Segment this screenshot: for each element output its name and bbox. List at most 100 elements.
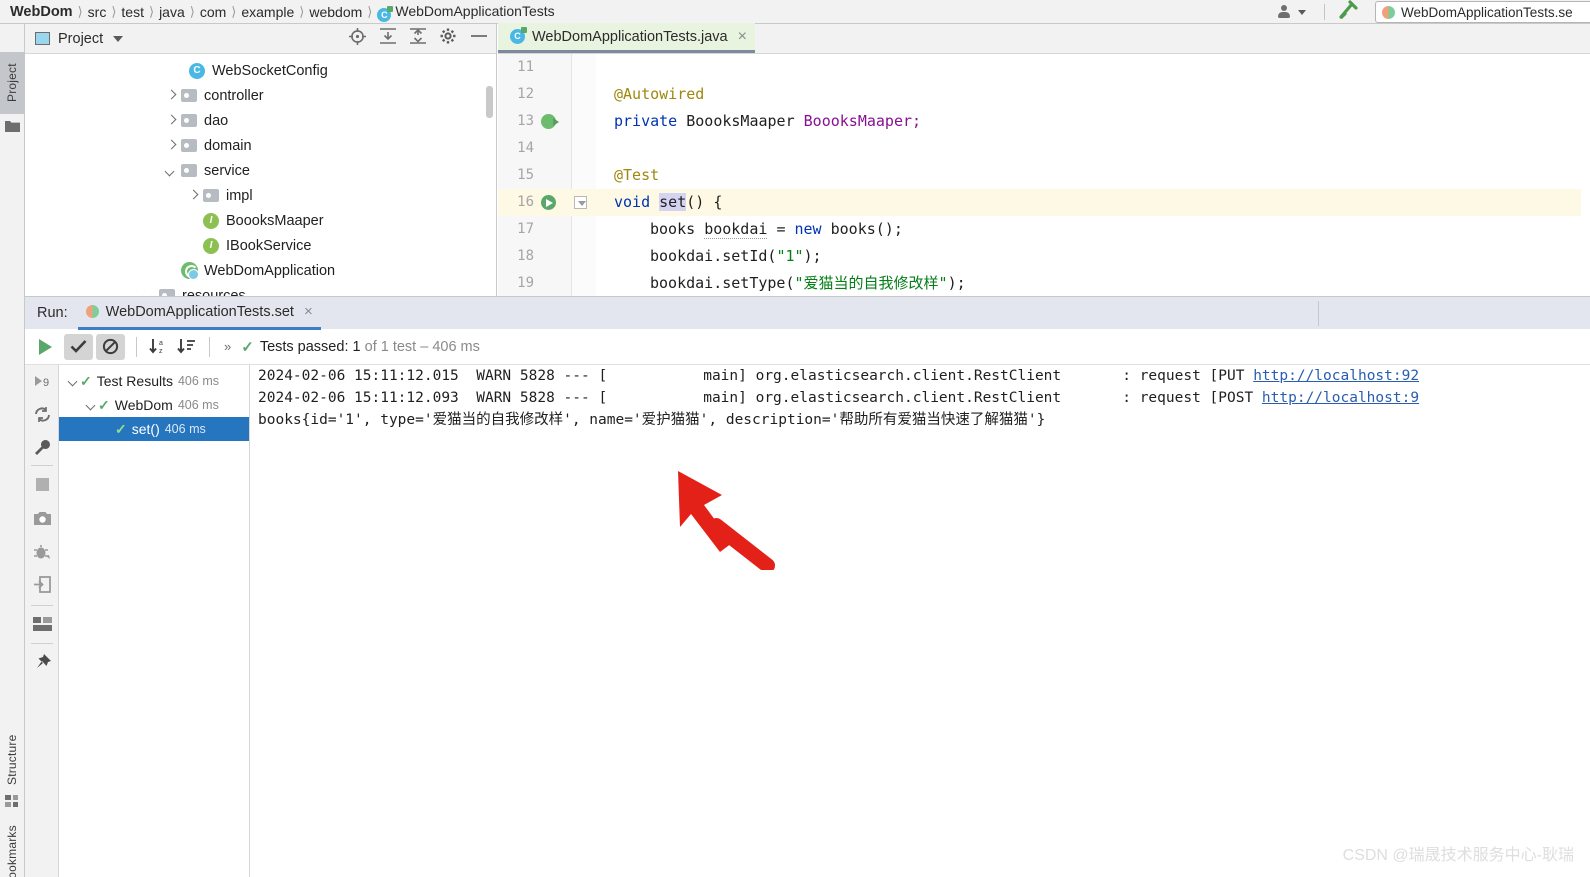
operator-token: = — [776, 220, 786, 238]
project-panel-title: Project — [58, 30, 104, 47]
tree-item-dao[interactable]: dao — [25, 108, 496, 133]
tree-item-ibookservice[interactable]: I IBookService — [25, 233, 496, 258]
code-editor[interactable]: 11 12 @Autowired 13 private BoooksMaaper… — [498, 54, 1590, 296]
chevron-down-icon[interactable] — [113, 35, 124, 42]
tab-webdomapplicationtests[interactable]: C WebDomApplicationTests.java × — [498, 23, 755, 53]
svg-text:9: 9 — [43, 377, 49, 389]
stop-icon[interactable] — [33, 475, 52, 494]
export-icon[interactable] — [33, 575, 52, 594]
console-link[interactable]: http://localhost:9 — [1262, 390, 1419, 406]
test-duration: 406 ms — [177, 398, 219, 412]
line-number: 19 — [517, 275, 534, 291]
folder-icon — [181, 114, 197, 127]
sidebar-item-project[interactable]: Project — [0, 52, 25, 114]
code-text: bookdai.setId("1"); — [650, 243, 1590, 270]
layout-icon[interactable] — [33, 617, 52, 636]
tree-item-impl[interactable]: impl — [25, 183, 496, 208]
run-config-icon — [1382, 5, 1395, 19]
minimize-icon[interactable] — [470, 28, 488, 49]
chevron-right-icon[interactable] — [187, 190, 199, 202]
field-token: BoooksMaaper; — [803, 112, 922, 130]
breadcrumb-item-test[interactable]: test — [117, 4, 148, 20]
tab-label: WebDomApplicationTests.java — [532, 28, 728, 45]
code-fold-icon[interactable] — [574, 196, 587, 209]
code-token: bookdai.setType( — [650, 274, 795, 292]
chevrons-right-icon[interactable]: » — [224, 339, 231, 354]
tree-item-websocketconfig[interactable]: C WebSocketConfig — [25, 58, 496, 83]
close-icon[interactable]: × — [738, 28, 747, 45]
class-icon: C — [189, 62, 205, 79]
tree-item-label: controller — [204, 87, 264, 104]
breadcrumb-separator: ⟩ — [111, 3, 117, 19]
breadcrumb-item-webdom[interactable]: webdom — [305, 4, 366, 20]
test-tree-row-set[interactable]: ✓ set() 406 ms — [59, 417, 249, 441]
chevron-right-icon[interactable] — [165, 140, 177, 152]
show-ignored-toggle[interactable] — [96, 333, 125, 360]
svg-text:a: a — [159, 340, 163, 347]
show-passed-toggle[interactable] — [64, 333, 93, 360]
play-icon[interactable] — [39, 338, 52, 355]
project-panel-header: Project — [25, 24, 496, 54]
folder-icon — [181, 139, 197, 152]
tree-item-label: WebDomApplication — [204, 262, 336, 279]
breadcrumb-item-src[interactable]: src — [84, 4, 111, 20]
watermark: CSDN @瑞晟技术服务中心-耿瑞 — [1342, 847, 1574, 864]
locate-icon[interactable] — [349, 27, 366, 50]
tree-item-service[interactable]: service — [25, 158, 496, 183]
collapse-all-icon[interactable] — [410, 28, 426, 49]
pin-icon[interactable] — [33, 653, 52, 672]
check-icon: ✓ — [115, 420, 127, 437]
console-link[interactable]: http://localhost:92 — [1253, 368, 1419, 384]
settings-wrench-icon[interactable] — [33, 438, 52, 457]
console-text: 2024-02-06 15:11:12.015 WARN 5828 --- [ … — [258, 368, 1254, 384]
debug-icon[interactable] — [33, 543, 52, 562]
chevron-down-icon[interactable] — [85, 399, 98, 412]
breadcrumb-item-com[interactable]: com — [196, 4, 230, 20]
editor-scrollbar[interactable] — [1581, 54, 1590, 296]
test-tree-row-results[interactable]: ✓ Test Results 406 ms — [59, 369, 249, 393]
run-tab-label: WebDomApplicationTests.set — [105, 303, 294, 320]
chevron-right-icon[interactable] — [165, 115, 177, 127]
sidebar-item-structure[interactable]: Structure — [0, 724, 25, 796]
rerun-auto-icon[interactable] — [33, 405, 52, 424]
chevron-down-icon[interactable] — [1298, 9, 1306, 15]
chevron-down-icon[interactable] — [165, 165, 177, 177]
keyword-token: private — [614, 112, 678, 130]
user-icon[interactable] — [1278, 5, 1296, 19]
sort-by-duration-icon[interactable] — [173, 334, 199, 360]
code-line: 13 private BoooksMaaper BoooksMaaper; — [498, 108, 1590, 135]
hammer-icon[interactable] — [1337, 0, 1359, 25]
run-configuration-selector[interactable]: WebDomApplicationTests.se — [1375, 1, 1590, 23]
run-config-label: WebDomApplicationTests.se — [1401, 4, 1573, 20]
project-tool-window: Project C WebSocketConfig controller dao… — [25, 24, 497, 304]
line-number: 17 — [517, 221, 534, 237]
run-tab-webdomapplicationtests-set[interactable]: WebDomApplicationTests.set × — [77, 297, 321, 330]
chevron-right-icon[interactable] — [165, 90, 177, 102]
console-text: 2024-02-06 15:11:12.093 WARN 5828 --- [ … — [258, 390, 1262, 406]
screenshot-icon[interactable] — [33, 510, 52, 529]
close-icon[interactable]: × — [304, 304, 313, 319]
tree-item-controller[interactable]: controller — [25, 83, 496, 108]
breadcrumb-item-example[interactable]: example — [237, 4, 298, 20]
breadcrumb-item-java[interactable]: java — [155, 4, 189, 20]
breadcrumb-root[interactable]: WebDom — [0, 4, 77, 20]
expand-all-icon[interactable] — [380, 28, 396, 49]
console-output[interactable]: 2024-02-06 15:11:12.015 WARN 5828 --- [ … — [250, 365, 1590, 877]
breadcrumb-item-class[interactable]: C WebDomApplicationTests — [373, 3, 558, 22]
tree-item-domain[interactable]: domain — [25, 133, 496, 158]
project-scrollbar[interactable] — [486, 86, 493, 118]
sidebar-item-bookmarks[interactable]: Bookmarks — [0, 814, 25, 877]
tree-item-boooksmaaper[interactable]: I BoooksMaaper — [25, 208, 496, 233]
line-number: 12 — [517, 86, 534, 102]
run-test-icon[interactable] — [538, 189, 562, 216]
sort-alphabetically-icon[interactable]: a z — [145, 334, 171, 360]
keyword-token: new — [794, 220, 822, 238]
code-text: private BoooksMaaper BoooksMaaper; — [614, 108, 1590, 135]
gear-icon[interactable] — [440, 28, 456, 49]
test-tree-row-webdom[interactable]: ✓ WebDom 406 ms — [59, 393, 249, 417]
spring-bean-icon[interactable] — [538, 108, 562, 135]
rerun-failed-9-icon[interactable]: 9 — [33, 373, 52, 392]
chevron-down-icon[interactable] — [67, 375, 80, 388]
svg-text:z: z — [159, 348, 163, 355]
tree-item-webdomapplication[interactable]: WebDomApplication — [25, 258, 496, 283]
